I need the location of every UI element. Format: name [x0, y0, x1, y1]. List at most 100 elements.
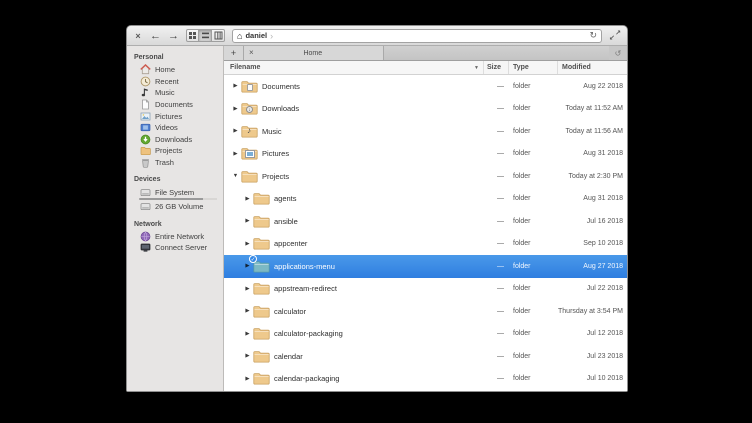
modified-label: Jul 22 2018: [557, 285, 627, 292]
file-row-calendar[interactable]: ▶calendar—folderJul 23 2018: [224, 345, 627, 368]
expand-expander-icon[interactable]: ▶: [230, 106, 241, 112]
back-button[interactable]: ←: [150, 30, 161, 42]
expand-expander-icon[interactable]: ▶: [230, 128, 241, 134]
sidebar-item-documents[interactable]: Documents: [127, 99, 223, 111]
expand-expander-icon[interactable]: ▶: [242, 196, 253, 202]
file-row-calculator-packaging[interactable]: ▶calculator-packaging—folderJul 12 2018: [224, 323, 627, 346]
filename-label: appcenter: [274, 239, 307, 248]
expand-expander-icon[interactable]: ▶: [242, 286, 253, 292]
breadcrumb[interactable]: daniel: [245, 31, 267, 40]
expand-expander-icon[interactable]: ▶: [242, 331, 253, 337]
home-icon: [140, 64, 151, 75]
file-row-Downloads[interactable]: ▶↓Downloads—folderToday at 11:52 AM: [224, 98, 627, 121]
file-row-ansible[interactable]: ▶ansible—folderJul 16 2018: [224, 210, 627, 233]
filename-column-label: Filename: [230, 64, 260, 71]
sidebar-item-label: Downloads: [155, 135, 192, 144]
home-breadcrumb-icon: ⌂: [237, 32, 242, 40]
file-row-appcenter[interactable]: ▶appcenter—folderSep 10 2018: [224, 233, 627, 256]
type-label: folder: [508, 150, 557, 157]
file-row-applications-menu[interactable]: ▶✓applications-menu—folderAug 27 2018: [224, 255, 627, 278]
file-row-Projects[interactable]: ▼Projects—folderToday at 2:30 PM: [224, 165, 627, 188]
file-row-Music[interactable]: ▶♪Music—folderToday at 11:56 AM: [224, 120, 627, 143]
folder-icon: [253, 372, 270, 385]
file-row-appstream-redirect[interactable]: ▶appstream-redirect—folderJul 22 2018: [224, 278, 627, 301]
projects-icon: [140, 145, 151, 156]
close-window-button[interactable]: ×: [133, 31, 143, 41]
modified-label: Aug 31 2018: [557, 150, 627, 157]
expand-expander-icon[interactable]: ▶: [230, 151, 241, 157]
modified-label: Jul 12 2018: [557, 330, 627, 337]
download-badge-icon: ↓: [246, 106, 253, 113]
sidebar-section-label: Personal: [127, 51, 223, 64]
expand-expander-icon[interactable]: ▶: [242, 353, 253, 359]
type-label: folder: [508, 105, 557, 112]
sidebar-item-trash[interactable]: Trash: [127, 157, 223, 169]
filename-label: Pictures: [262, 149, 289, 158]
maximize-button[interactable]: ↗ ↙: [609, 30, 621, 42]
sidebar-item-entire-network[interactable]: Entire Network: [127, 231, 223, 243]
forward-button[interactable]: →: [168, 30, 179, 42]
filename-label: ansible: [274, 217, 298, 226]
expand-expander-icon[interactable]: ▶: [242, 241, 253, 247]
folder-icon: [253, 282, 270, 295]
sidebar-item-file-system[interactable]: File System: [127, 186, 223, 198]
document-icon: [247, 84, 253, 91]
list-view-icon: [201, 31, 210, 40]
file-row-Documents[interactable]: ▶Documents—folderAug 22 2018: [224, 75, 627, 98]
sidebar-item-label: Home: [155, 65, 175, 74]
type-label: folder: [508, 375, 557, 382]
column-header-type[interactable]: Type: [508, 61, 557, 74]
documents-icon: [140, 99, 151, 110]
sidebar-item-projects[interactable]: Projects: [127, 145, 223, 157]
sidebar-item-music[interactable]: Music: [127, 87, 223, 99]
size-label: —: [483, 353, 508, 360]
tab-close-icon[interactable]: ×: [249, 49, 254, 57]
expand-expander-icon[interactable]: ▶: [242, 218, 253, 224]
grid-view-button[interactable]: [186, 29, 199, 42]
filename-label: appstream-redirect: [274, 284, 337, 293]
column-header-modified[interactable]: Modified: [557, 61, 627, 74]
window-content: PersonalHomeRecentMusicDocumentsPictures…: [127, 46, 627, 391]
sidebar-item-videos[interactable]: Videos: [127, 122, 223, 134]
column-header-filename[interactable]: Filename ▼: [224, 61, 483, 74]
type-label: folder: [508, 83, 557, 90]
size-label: —: [483, 150, 508, 157]
modified-label: Jul 16 2018: [557, 218, 627, 225]
sidebar-item-home[interactable]: Home: [127, 64, 223, 76]
file-row-agents[interactable]: ▶agents—folderAug 31 2018: [224, 188, 627, 211]
size-label: —: [483, 263, 508, 270]
pathbar[interactable]: ⌂ daniel › ↻: [232, 29, 602, 43]
sidebar-item-label: Videos: [155, 123, 178, 132]
size-label: —: [483, 240, 508, 247]
sidebar-item-downloads[interactable]: Downloads: [127, 134, 223, 146]
sidebar-item-26-gb-volume[interactable]: 26 GB Volume: [127, 201, 223, 213]
expand-expander-icon[interactable]: ▶: [242, 263, 253, 269]
sidebar-item-recent[interactable]: Recent: [127, 76, 223, 88]
file-row-calculator[interactable]: ▶calculator—folderThursday at 3:54 PM: [224, 300, 627, 323]
file-row-Pictures[interactable]: ▶ Pictures —folderAug 31 2018: [224, 143, 627, 166]
modified-label: Today at 11:52 AM: [557, 105, 627, 112]
sidebar-section-label: Network: [127, 218, 223, 231]
sidebar-item-label: File System: [155, 188, 194, 197]
photo-icon: [246, 151, 254, 157]
type-label: folder: [508, 263, 557, 270]
file-row-calendar-packaging[interactable]: ▶calendar-packaging—folderJul 10 2018: [224, 368, 627, 391]
sidebar-item-connect-server[interactable]: Connect Server: [127, 242, 223, 254]
new-tab-button[interactable]: +: [224, 46, 244, 60]
refresh-button[interactable]: ↻: [589, 31, 597, 40]
collapse-expander-icon[interactable]: ▼: [230, 173, 241, 179]
column-header-size[interactable]: Size: [483, 61, 508, 74]
expand-expander-icon[interactable]: ▶: [242, 376, 253, 382]
expand-expander-icon[interactable]: ▶: [242, 308, 253, 314]
sidebar-item-pictures[interactable]: Pictures: [127, 110, 223, 122]
recent-icon: [140, 76, 151, 87]
modified-label: Thursday at 3:54 PM: [557, 308, 627, 315]
sort-descending-icon: ▼: [474, 65, 479, 71]
main-pane: + × Home ↺ Filename ▼ Size Type Modified…: [224, 46, 627, 391]
list-view-button[interactable]: [199, 29, 212, 42]
column-view-button[interactable]: [212, 29, 225, 42]
restore-closed-tab-button[interactable]: ↺: [609, 46, 627, 60]
folder-icon: ✓: [253, 260, 270, 273]
expand-expander-icon[interactable]: ▶: [230, 83, 241, 89]
tab-home[interactable]: × Home: [244, 46, 384, 60]
